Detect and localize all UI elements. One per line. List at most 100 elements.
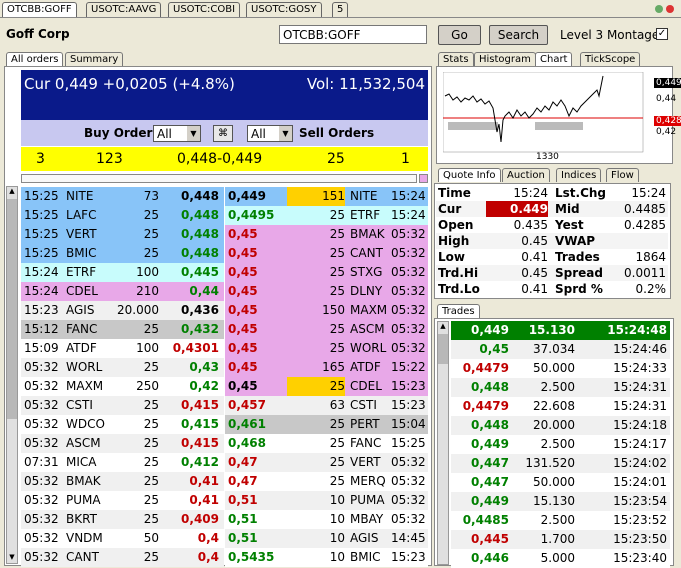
- trade-time: 15:24:18: [613, 418, 667, 432]
- qi-label: Time: [438, 186, 471, 200]
- qi-value: 0.0011: [624, 266, 666, 280]
- bid-row[interactable]: 05:32 MAXM 250 0,42: [21, 377, 224, 396]
- bid-row[interactable]: 05:32 VNDM 50 0,4: [21, 529, 224, 548]
- bid-price: 0,4: [197, 531, 219, 545]
- trade-row: 0,447 50.000 15:24:01: [451, 473, 670, 492]
- symbol-tab[interactable]: 5: [332, 2, 349, 17]
- info-tab[interactable]: Auction: [502, 168, 550, 182]
- bid-price: 0,448: [181, 246, 219, 260]
- chart-tab[interactable]: Histogram: [474, 52, 536, 66]
- scroll-up-icon[interactable]: ▲: [7, 187, 17, 197]
- close-icon[interactable]: [666, 5, 674, 13]
- bid-row[interactable]: 07:31 MICA 25 0,412: [21, 453, 224, 472]
- chart-tab[interactable]: TickScope: [580, 52, 641, 66]
- bid-row[interactable]: 15:24 CDEL 210 0,44: [21, 282, 224, 301]
- ask-row[interactable]: 0,45 25 CDEL 15:23: [225, 377, 428, 396]
- ask-row[interactable]: 0,468 25 FANC 15:25: [225, 434, 428, 453]
- link-icon[interactable]: ⌘: [213, 125, 233, 142]
- trade-size: 15.130: [533, 494, 575, 508]
- bid-row[interactable]: 15:25 LAFC 25 0,448: [21, 206, 224, 225]
- book-scrollbar[interactable]: ▲ ▼: [6, 186, 18, 564]
- ask-time: 05:32: [391, 284, 426, 298]
- bid-row[interactable]: 15:25 VERT 25 0,448: [21, 225, 224, 244]
- info-tab[interactable]: Flow: [606, 168, 639, 182]
- bid-row[interactable]: 05:32 BMAK 25 0,41: [21, 472, 224, 491]
- ask-row[interactable]: 0,45 150 MAXM 05:32: [225, 301, 428, 320]
- bid-mm: MAXM: [66, 379, 104, 393]
- info-tab[interactable]: Quote Info: [438, 168, 501, 182]
- bid-row[interactable]: 15:25 BMIC 25 0,448: [21, 244, 224, 263]
- ask-row[interactable]: 0,51 10 PUMA 05:32: [225, 491, 428, 510]
- bid-mm: BKRT: [66, 512, 97, 526]
- bid-row[interactable]: 05:32 CANT 25 0,4: [21, 548, 224, 567]
- ask-mm: MBAY: [350, 512, 384, 526]
- ask-size: 25: [329, 455, 345, 469]
- bid-row[interactable]: 05:32 WDCO 25 0,415: [21, 415, 224, 434]
- ask-size: 25: [329, 474, 345, 488]
- ask-price: 0,5435: [228, 550, 275, 564]
- ask-row[interactable]: 0,47 25 VERT 05:32: [225, 453, 428, 472]
- symbol-tab[interactable]: OTCBB:GOFF: [2, 2, 77, 17]
- book-slider[interactable]: [21, 174, 417, 183]
- ask-row[interactable]: 0,45 25 CANT 05:32: [225, 244, 428, 263]
- symbol-input[interactable]: [279, 25, 427, 44]
- bid-row[interactable]: 15:25 NITE 73 0,448: [21, 187, 224, 206]
- symbol-tab[interactable]: USOTC:COBI: [168, 2, 241, 17]
- trade-size: 50.000: [533, 475, 575, 489]
- tab-trades[interactable]: Trades: [437, 304, 480, 318]
- tab-all-orders[interactable]: All orders: [6, 52, 64, 66]
- ask-row[interactable]: 0,4495 25 ETRF 15:24: [225, 206, 428, 225]
- ask-row[interactable]: 0,51 10 MBAY 05:32: [225, 510, 428, 529]
- bid-size: 123: [96, 151, 123, 167]
- bid-size: 25: [143, 550, 159, 564]
- bid-mm: LAFC: [66, 208, 97, 222]
- bid-row[interactable]: 05:32 PUMA 25 0,41: [21, 491, 224, 510]
- bid-row[interactable]: 05:32 WORL 25 0,43: [21, 358, 224, 377]
- trade-time: 15:24:31: [613, 380, 667, 394]
- ask-row[interactable]: 0,457 63 CSTI 15:23: [225, 396, 428, 415]
- tab-summary[interactable]: Summary: [65, 52, 124, 66]
- bid-row[interactable]: 05:32 CSTI 25 0,415: [21, 396, 224, 415]
- chart-tab[interactable]: Stats: [438, 52, 474, 66]
- ask-row[interactable]: 0,51 10 AGIS 14:45: [225, 529, 428, 548]
- ask-row[interactable]: 0,47 25 MERQ 05:32: [225, 472, 428, 491]
- ask-row[interactable]: 0,5435 10 BMIC 15:23: [225, 548, 428, 567]
- minimize-icon[interactable]: [655, 5, 663, 13]
- ask-row[interactable]: 0,45 25 DLNY 05:32: [225, 282, 428, 301]
- bid-price: 0,412: [181, 455, 219, 469]
- chart-tab[interactable]: Chart: [535, 52, 573, 66]
- trade-row: 0,447 131.520 15:24:02: [451, 454, 670, 473]
- ask-row[interactable]: 0,45 25 ASCM 05:32: [225, 320, 428, 339]
- bid-size: 100: [136, 265, 159, 279]
- symbol-tab[interactable]: USOTC:GOSY: [246, 2, 322, 17]
- bid-row[interactable]: 15:23 AGIS 20.000 0,436: [21, 301, 224, 320]
- bid-row[interactable]: 15:12 FANC 25 0,432: [21, 320, 224, 339]
- trades-scrollbar[interactable]: ▲: [437, 321, 449, 565]
- bid-row[interactable]: 05:32 BKRT 25 0,409: [21, 510, 224, 529]
- bid-row[interactable]: 15:24 ETRF 100 0,445: [21, 263, 224, 282]
- trade-size: 2.500: [540, 380, 575, 394]
- search-button[interactable]: Search: [489, 25, 548, 45]
- scroll-down-icon[interactable]: ▼: [7, 553, 17, 563]
- ask-row[interactable]: 0,45 25 WORL 05:32: [225, 339, 428, 358]
- symbol-tab[interactable]: USOTC:AAVG: [86, 2, 162, 17]
- ask-price: 0,45: [228, 303, 258, 317]
- info-tab[interactable]: Indices: [556, 168, 602, 182]
- ask-row[interactable]: 0,45 25 STXG 05:32: [225, 263, 428, 282]
- scroll-up-icon[interactable]: ▲: [438, 322, 448, 332]
- buy-filter-select[interactable]: All ▼: [153, 125, 201, 142]
- ask-row[interactable]: 0,45 165 ATDF 15:22: [225, 358, 428, 377]
- bid-row[interactable]: 05:32 ASCM 25 0,415: [21, 434, 224, 453]
- bid-price: 0,41: [189, 493, 219, 507]
- sell-filter-select[interactable]: All ▼: [247, 125, 293, 142]
- scroll-thumb[interactable]: [438, 334, 448, 364]
- level3-checkbox[interactable]: ✓: [656, 28, 668, 40]
- bid-row[interactable]: 15:09 ATDF 100 0,4301: [21, 339, 224, 358]
- go-button[interactable]: Go: [438, 25, 481, 45]
- ask-row[interactable]: 0,461 25 PERT 15:04: [225, 415, 428, 434]
- ask-mm: PUMA: [350, 493, 385, 507]
- scroll-thumb[interactable]: [7, 199, 17, 419]
- ask-row[interactable]: 0,45 25 BMAK 05:32: [225, 225, 428, 244]
- ask-row[interactable]: 0,449 151 NITE 15:24: [225, 187, 428, 206]
- ask-mm: WORL: [350, 341, 387, 355]
